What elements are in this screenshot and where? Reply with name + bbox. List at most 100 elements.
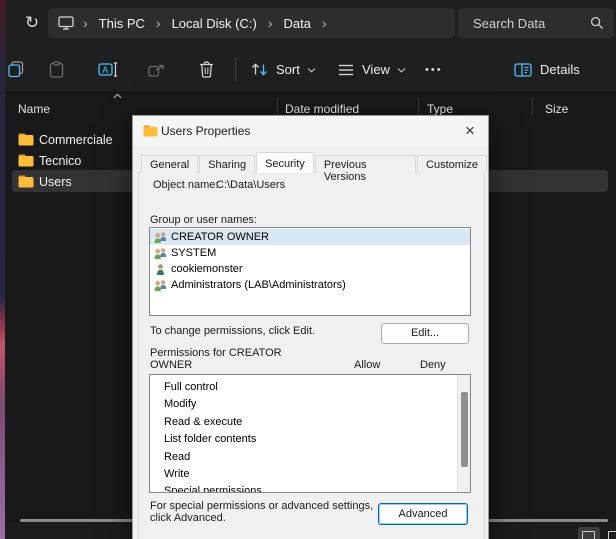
breadcrumb-item-data[interactable]: Data [282, 14, 313, 33]
share-icon [148, 62, 165, 77]
list-item-system[interactable]: SYSTEM [150, 245, 470, 261]
permission-row-modify[interactable]: Modify [150, 396, 470, 413]
folder-icon [18, 154, 34, 167]
column-header-type[interactable]: Type [427, 102, 453, 116]
tab-sharing[interactable]: Sharing [199, 155, 255, 173]
permission-row-special-permissions[interactable]: Special permissions [150, 483, 470, 493]
folder-icon [18, 133, 34, 146]
svg-text:A: A [102, 65, 108, 75]
file-name: Users [39, 175, 72, 189]
deny-column-label: Deny [420, 359, 446, 371]
permission-row-list-folder-contents[interactable]: List folder contents [150, 431, 470, 448]
copy-icon [7, 61, 25, 78]
advanced-note-line1: For special permissions or advanced sett… [150, 500, 373, 512]
paste-button[interactable] [49, 46, 64, 93]
details-label: Details [540, 62, 580, 77]
chevron-down-icon [307, 67, 316, 73]
permission-row-write[interactable]: Write [150, 466, 470, 483]
view-button[interactable]: View [338, 46, 406, 93]
permission-row-read-execute[interactable]: Read & execute [150, 414, 470, 431]
scrollbar-thumb[interactable] [461, 392, 468, 467]
allow-column-label: Allow [354, 359, 380, 371]
breadcrumb-chevron-icon: › [268, 16, 273, 30]
list-item-cookiemonster[interactable]: cookiemonster [150, 261, 470, 277]
group-name: cookiemonster [171, 263, 243, 275]
user-icon [153, 263, 168, 276]
column-divider[interactable] [532, 98, 533, 115]
view-icon [338, 64, 354, 76]
edit-button[interactable]: Edit... [381, 323, 469, 344]
details-pane-button[interactable]: Details [514, 46, 580, 93]
breadcrumb-chevron-icon: › [156, 16, 161, 30]
breadcrumb-item-this-pc[interactable]: This PC [97, 14, 147, 33]
list-item-creator-owner[interactable]: CREATOR OWNER [150, 229, 470, 245]
tab-customize[interactable]: Customize [417, 155, 487, 173]
copy-button[interactable] [7, 46, 25, 93]
group-name: SYSTEM [171, 247, 216, 259]
sort-label: Sort [276, 62, 300, 77]
this-pc-icon [58, 16, 74, 30]
file-name: Commerciale [39, 133, 113, 147]
breadcrumb-item-local-disk-c[interactable]: Local Disk (C:) [170, 14, 259, 33]
edit-note: To change permissions, click Edit. [150, 325, 315, 337]
trash-icon [199, 61, 214, 78]
column-header-size[interactable]: Size [545, 102, 568, 116]
column-divider[interactable] [277, 98, 278, 115]
dialog-tab-strip: General Sharing Security Previous Versio… [141, 152, 488, 173]
tab-security[interactable]: Security [256, 152, 314, 173]
search-input[interactable] [458, 8, 586, 38]
advanced-button[interactable]: Advanced [378, 503, 468, 525]
tab-previous-versions[interactable]: Previous Versions [315, 155, 416, 173]
view-label: View [362, 62, 390, 77]
search-icon[interactable] [590, 16, 604, 30]
paste-icon [49, 61, 64, 78]
details-view-toggle-button[interactable] [578, 527, 600, 539]
group-icon [153, 279, 168, 292]
details-pane-icon [514, 63, 532, 77]
object-name-label: Object name: [153, 179, 218, 191]
chevron-down-icon [397, 67, 406, 73]
column-header-name[interactable]: Name [18, 102, 50, 116]
vertical-scrollbar[interactable] [457, 375, 470, 492]
group-name: Administrators (LAB\Administrators) [171, 279, 346, 291]
navigation-bar: ↻ › This PC › Local Disk (C:) › Data › [5, 0, 616, 46]
column-divider[interactable] [418, 98, 419, 115]
dialog-title-bar[interactable]: Users Properties × [133, 116, 488, 146]
file-explorer-window: ↻ › This PC › Local Disk (C:) › Data › [0, 0, 616, 539]
delete-button[interactable] [199, 46, 214, 93]
refresh-icon[interactable]: ↻ [21, 12, 43, 34]
folder-icon [143, 125, 158, 137]
sort-ascending-icon [113, 93, 122, 99]
thumbnails-view-icon [608, 531, 616, 539]
search-box[interactable] [458, 8, 614, 38]
toolbar-divider [235, 58, 236, 81]
close-icon[interactable]: × [458, 119, 482, 143]
group-icon [153, 247, 168, 260]
permissions-for-label-line2: OWNER [150, 359, 192, 371]
breadcrumb-chevron-icon: › [322, 16, 327, 30]
dialog-title: Users Properties [161, 124, 250, 138]
sort-icon [251, 62, 268, 77]
permissions-for-label-line1: Permissions for CREATOR [150, 347, 282, 359]
permissions-list[interactable]: Full control Modify Read & execute List … [149, 374, 471, 493]
group-icon [153, 231, 168, 244]
more-options-button[interactable]: ••• [425, 46, 443, 93]
object-name-value: C:\Data\Users [216, 179, 285, 191]
column-header-date-modified[interactable]: Date modified [285, 102, 359, 116]
group-name: CREATOR OWNER [171, 231, 269, 243]
list-item-administrators[interactable]: Administrators (LAB\Administrators) [150, 277, 470, 293]
breadcrumb-chevron-icon: › [83, 16, 88, 30]
rename-button[interactable]: A [98, 46, 118, 93]
permission-row-read[interactable]: Read [150, 449, 470, 466]
thumbnails-view-toggle-button[interactable] [604, 527, 616, 539]
address-bar[interactable]: › This PC › Local Disk (C:) › Data › [48, 8, 455, 38]
file-name: Tecnico [39, 154, 81, 168]
ellipsis-icon: ••• [425, 64, 443, 76]
permission-row-full-control[interactable]: Full control [150, 379, 470, 396]
group-user-names-list[interactable]: CREATOR OWNER SYSTEM cookiemonster [149, 227, 471, 316]
share-button[interactable] [148, 46, 165, 93]
rename-icon: A [98, 62, 118, 77]
sort-button[interactable]: Sort [251, 46, 316, 93]
tab-general[interactable]: General [141, 155, 198, 173]
group-user-names-label: Group or user names: [150, 214, 257, 226]
